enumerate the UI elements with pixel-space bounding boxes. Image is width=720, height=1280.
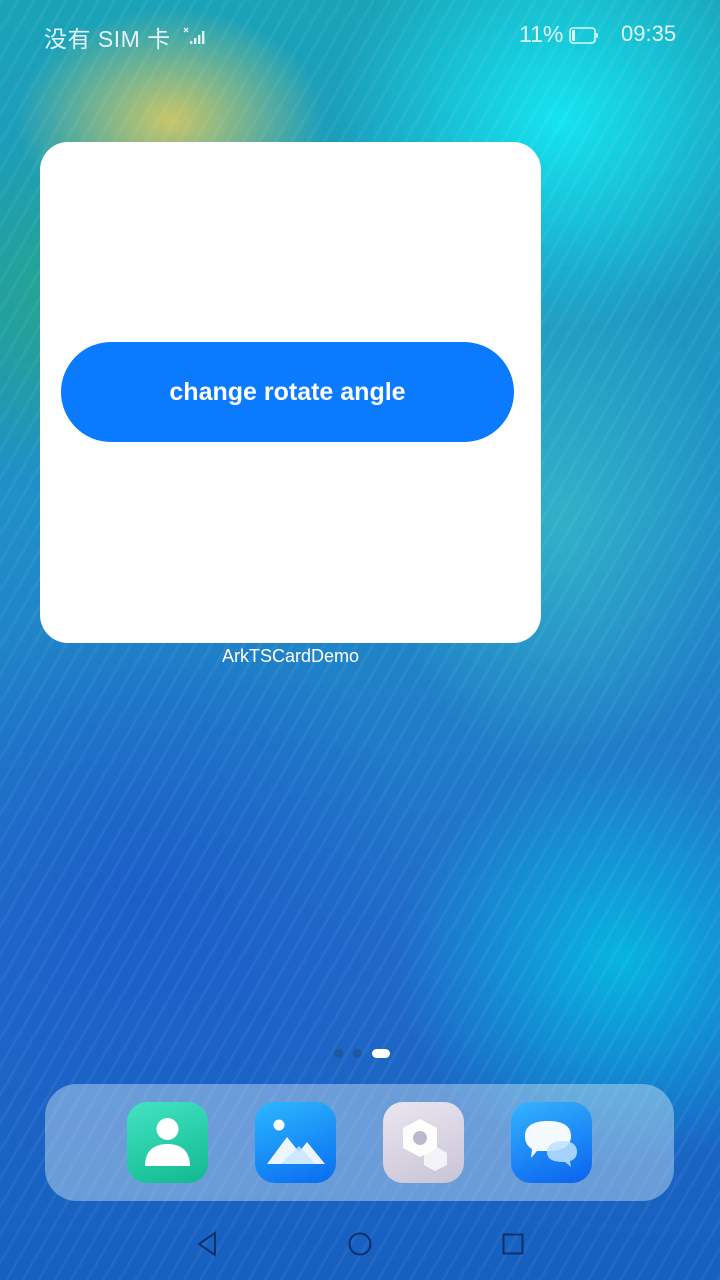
contacts-app-icon[interactable] [127,1102,208,1183]
page-dot [353,1048,362,1058]
page-indicator [334,1048,390,1058]
messages-icon [525,1121,577,1167]
gallery-icon [267,1119,325,1164]
messages-app-icon[interactable] [511,1102,592,1183]
contacts-icon [145,1118,190,1166]
page-dot-active [372,1048,390,1058]
recents-icon[interactable] [502,1233,524,1255]
status-bar: 没有 SIM 卡 11% 09:35 [0,0,720,70]
gallery-app-icon[interactable] [255,1102,336,1183]
signal-x-icon [183,27,205,44]
page-dot [334,1048,343,1058]
services-icon [403,1119,447,1171]
widget-card: change rotate angle [40,142,541,643]
home-icon[interactable] [348,1232,372,1256]
back-icon[interactable] [196,1231,218,1257]
dock [45,1084,674,1201]
services-app-icon[interactable] [383,1102,464,1183]
battery-icon [569,27,598,44]
carrier-label: 没有 SIM 卡 [44,26,171,52]
widget-caption: ArkTSCardDemo [221,646,360,666]
change-rotate-angle-button[interactable]: change rotate angle [61,342,514,442]
clock: 09:35 [621,21,677,46]
battery-percent: 11% [519,21,564,47]
